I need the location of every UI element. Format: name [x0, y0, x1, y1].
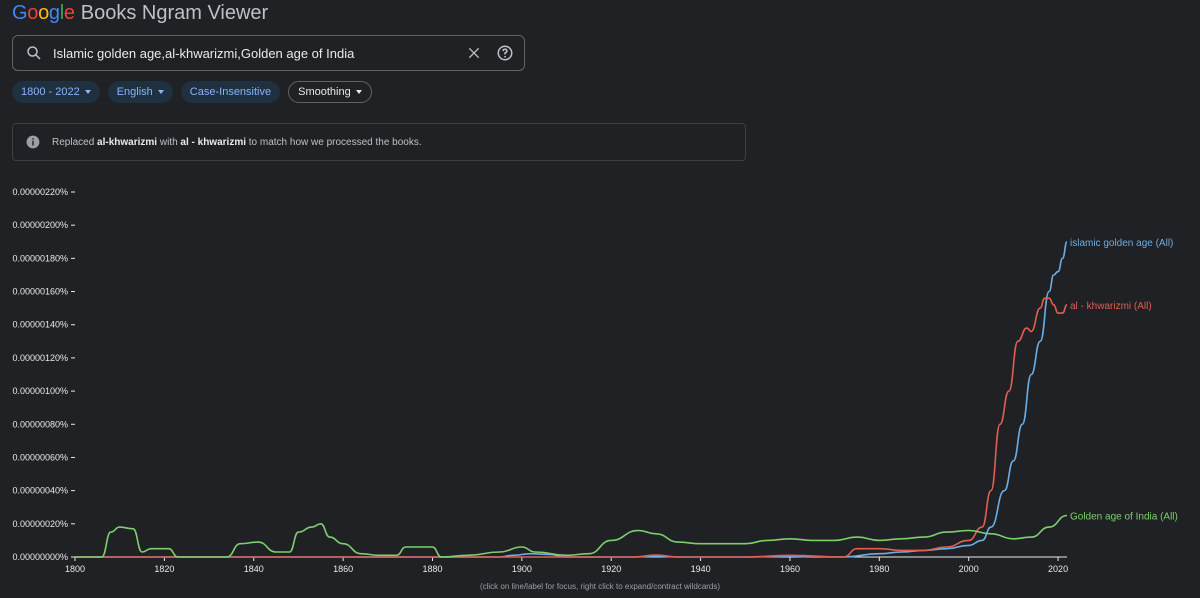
filter-bar: 1800 - 2022 English Case-Insensitive Smooth… — [12, 81, 372, 103]
app-title: Books Ngram Viewer — [80, 1, 269, 24]
y-tick-label: 0.00000120% — [12, 353, 68, 363]
chart-footnote: (click on line/label for focus, right cl… — [479, 582, 721, 591]
y-tick-label: 0.00000020% — [12, 519, 68, 529]
chevron-down-icon — [355, 90, 362, 94]
logo-letter: g — [48, 1, 60, 24]
search-input[interactable] — [53, 45, 466, 61]
x-tick-label: 1900 — [512, 564, 532, 574]
logo-letter: G — [12, 1, 28, 24]
x-tick-label: 1800 — [65, 564, 85, 574]
notice-replacement: al - khwarizmi — [180, 136, 246, 148]
y-tick-label: 0.00000140% — [12, 320, 68, 330]
series-line-1[interactable] — [75, 297, 1068, 558]
help-icon[interactable] — [496, 44, 514, 62]
y-tick-label: 0.00000180% — [12, 253, 68, 263]
chevron-down-icon — [84, 90, 91, 94]
x-tick-label: 1980 — [869, 564, 889, 574]
x-tick-label: 1840 — [244, 564, 264, 574]
x-tick-label: 1820 — [154, 564, 174, 574]
filter-chip-label: Case-Insensitive — [189, 86, 272, 98]
filter-chip-smoothing[interactable]: Smoothing — [288, 81, 372, 103]
y-tick-label: 0.00000100% — [12, 386, 68, 396]
filter-chip-1800-2022[interactable]: 1800 - 2022 — [12, 81, 100, 103]
replacement-notice: Replaced al-khwarizmi with al - khwarizm… — [12, 123, 746, 161]
y-tick-label: 0.00000160% — [12, 287, 68, 297]
filter-chip-case-insensitive[interactable]: Case-Insensitive — [180, 81, 281, 103]
y-tick-label: 0.00000040% — [12, 486, 68, 496]
notice-text: Replaced al-khwarizmi with al - khwarizm… — [52, 136, 422, 148]
filter-chip-label: 1800 - 2022 — [21, 86, 80, 98]
series-label-0[interactable]: islamic golden age (All) — [1070, 238, 1173, 249]
x-tick-label: 1860 — [333, 564, 353, 574]
x-tick-label: 2000 — [959, 564, 979, 574]
app-logo[interactable]: Google Books Ngram Viewer — [12, 0, 268, 26]
series-label-1[interactable]: al - khwarizmi (All) — [1070, 301, 1152, 312]
y-tick-label: 0.00000080% — [12, 419, 68, 429]
info-icon — [26, 135, 40, 149]
chevron-down-icon — [157, 90, 164, 94]
x-tick-label: 1920 — [601, 564, 621, 574]
y-tick-label: 0.00000220% — [12, 187, 68, 197]
series-line-0[interactable] — [75, 241, 1068, 558]
x-tick-label: 1880 — [422, 564, 442, 574]
logo-letter: o — [38, 1, 49, 24]
x-tick-label: 1960 — [780, 564, 800, 574]
ngram-chart[interactable]: 0.00000000% 0.00000020% 0.00000040% 0.00000… — [0, 175, 1200, 580]
search-icon — [27, 46, 41, 60]
x-tick-label: 1940 — [691, 564, 711, 574]
filter-chip-english[interactable]: English — [107, 81, 173, 103]
search-box[interactable] — [12, 35, 525, 71]
logo-letter: e — [63, 1, 75, 24]
y-tick-label: 0.00000060% — [12, 452, 68, 462]
notice-original: al-khwarizmi — [97, 136, 158, 148]
series-label-2[interactable]: Golden age of India (All) — [1070, 512, 1178, 523]
y-tick-label: 0.00000000% — [12, 552, 68, 562]
filter-chip-label: English — [116, 86, 153, 98]
y-tick-label: 0.00000200% — [12, 220, 68, 230]
logo-letter: o — [27, 1, 39, 24]
x-tick-label: 2020 — [1048, 564, 1068, 574]
google-logo: Google — [12, 2, 75, 25]
filter-chip-label: Smoothing — [298, 86, 351, 98]
clear-icon[interactable] — [466, 45, 482, 61]
